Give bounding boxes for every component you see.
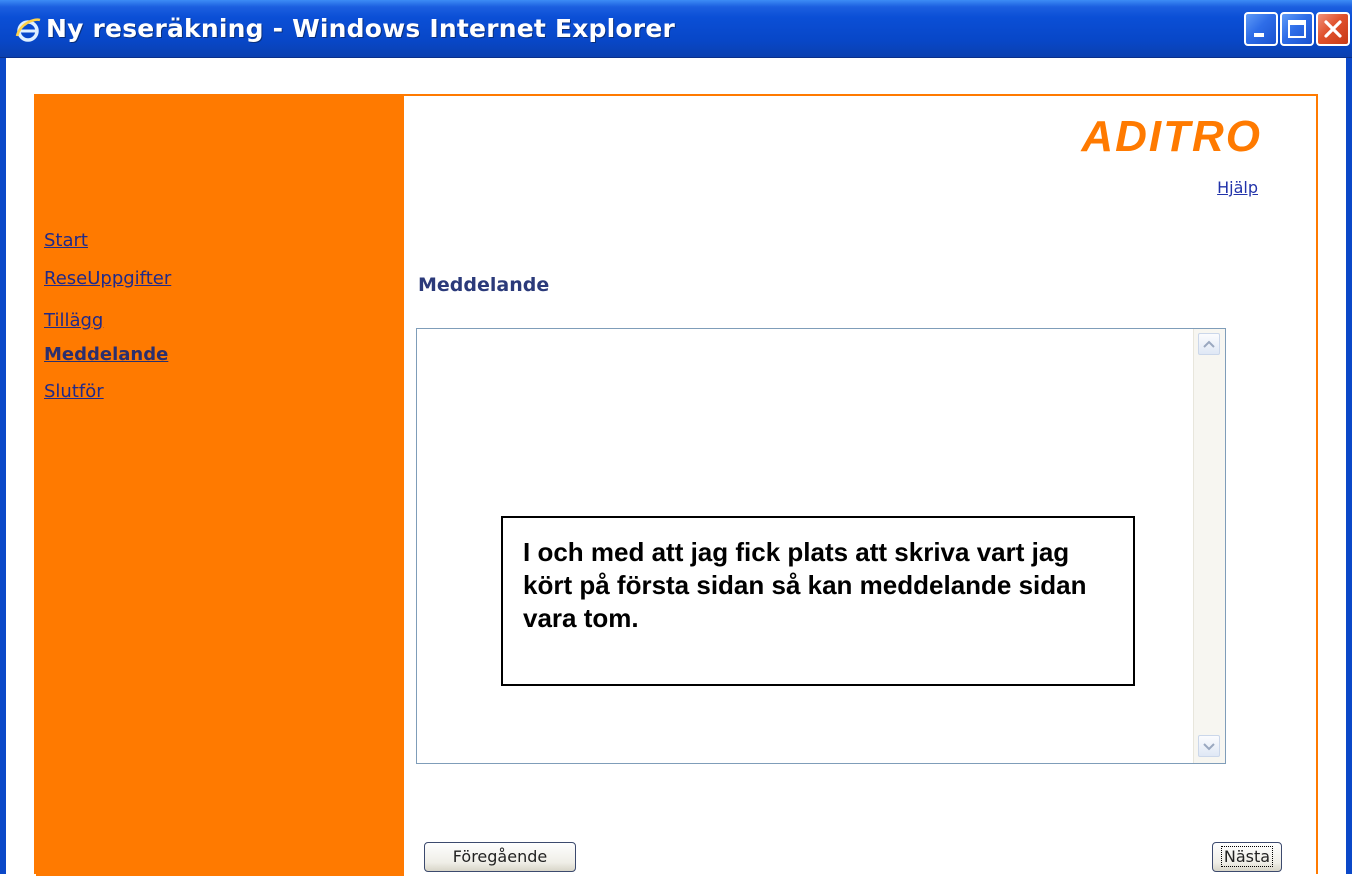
title-bar[interactable]: Ny reseräkning - Windows Internet Explor… [0, 0, 1352, 58]
window-frame-right [1346, 58, 1352, 874]
close-button[interactable] [1316, 12, 1350, 46]
close-icon [1324, 20, 1342, 38]
minimize-button[interactable] [1244, 12, 1278, 46]
internet-explorer-icon [15, 18, 41, 42]
scroll-up-arrow[interactable] [1198, 333, 1220, 355]
help-link[interactable]: Hjälp [1217, 178, 1258, 197]
minimize-icon [1254, 33, 1264, 37]
sidebar-item-start[interactable]: Start [44, 230, 88, 251]
previous-button[interactable]: Föregående [424, 842, 576, 872]
scroll-down-arrow[interactable] [1198, 735, 1220, 757]
sidebar-item-meddelande[interactable]: Meddelande [44, 344, 168, 365]
aditro-logo: ADITRO [1081, 112, 1262, 161]
sidebar-item-reseuppgifter[interactable]: ReseUppgifter [44, 268, 171, 289]
window-title: Ny reseräkning - Windows Internet Explor… [46, 14, 676, 43]
sidebar-item-slutfor[interactable]: Slutför [44, 381, 104, 402]
next-button-label: Nästa [1220, 846, 1274, 867]
window-frame-left [0, 58, 6, 874]
sidebar-item-tillagg[interactable]: Tillägg [44, 310, 103, 331]
maximize-icon [1288, 20, 1306, 38]
maximize-button[interactable] [1280, 12, 1314, 46]
page-title: Meddelande [418, 274, 550, 296]
annotation-callout: I och med att jag fick plats att skriva … [501, 516, 1135, 686]
sidebar: Start ReseUppgifter Tillägg Meddelande S… [36, 96, 404, 876]
chevron-up-icon [1203, 340, 1215, 348]
page-content: Start ReseUppgifter Tillägg Meddelande S… [34, 94, 1318, 876]
next-button[interactable]: Nästa [1212, 842, 1282, 872]
message-scrollbar[interactable] [1193, 329, 1225, 763]
chevron-down-icon [1203, 743, 1215, 751]
